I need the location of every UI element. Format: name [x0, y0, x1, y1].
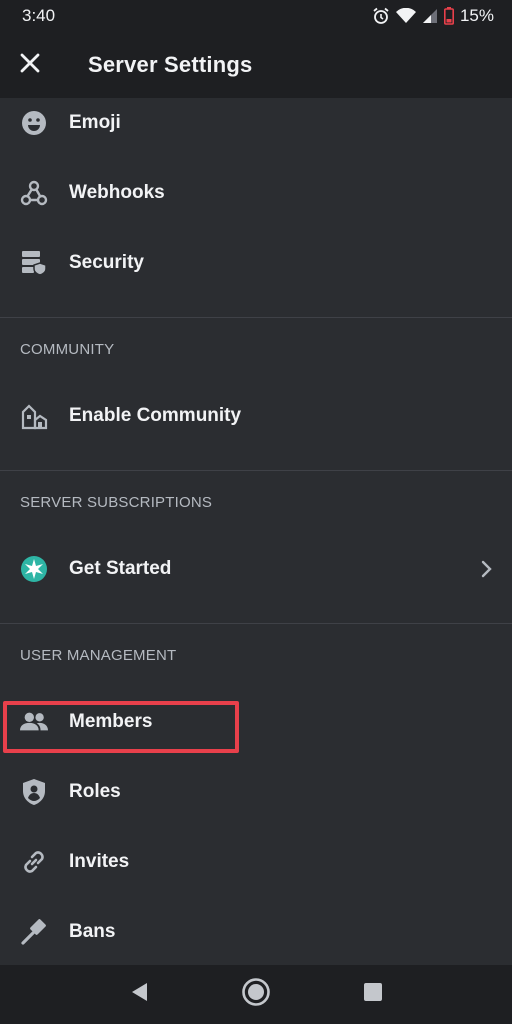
system-nav-bar — [0, 965, 512, 1024]
settings-item-label: Invites — [69, 851, 130, 872]
section-header-user-management: USER MANAGEMENT — [20, 647, 177, 664]
settings-list[interactable]: Emoji Webhooks Security COMMUNITY Enable… — [0, 98, 512, 965]
back-icon — [129, 981, 149, 1008]
status-bar: 3:40 15% — [0, 0, 512, 32]
settings-item-invites[interactable]: Invites — [0, 834, 512, 890]
webhooks-icon — [20, 179, 48, 207]
settings-item-label: Emoji — [69, 112, 121, 133]
settings-item-security[interactable]: Security — [0, 235, 512, 291]
settings-item-enable-community[interactable]: Enable Community — [0, 388, 512, 444]
settings-item-label: Security — [69, 252, 144, 273]
security-icon — [20, 249, 48, 277]
settings-item-label: Members — [69, 711, 153, 732]
section-divider — [0, 317, 512, 318]
settings-item-bans[interactable]: Bans — [0, 904, 512, 960]
roles-shield-icon — [20, 778, 48, 806]
alarm-icon — [372, 7, 390, 25]
recents-button[interactable] — [348, 970, 398, 1020]
close-icon — [19, 52, 41, 79]
settings-item-label: Roles — [69, 781, 121, 802]
cell-signal-icon — [422, 8, 438, 24]
subscription-star-icon — [20, 555, 48, 583]
ban-hammer-icon — [20, 918, 48, 946]
settings-item-label: Webhooks — [69, 182, 165, 203]
settings-item-emoji[interactable]: Emoji — [0, 98, 512, 151]
section-divider — [0, 623, 512, 624]
status-icons: 15% — [372, 6, 494, 26]
close-button[interactable] — [2, 37, 58, 93]
emoji-icon — [20, 109, 48, 137]
status-time: 3:40 — [22, 6, 56, 25]
settings-item-members[interactable]: Members — [0, 694, 512, 750]
settings-item-roles[interactable]: Roles — [0, 764, 512, 820]
battery-icon — [443, 7, 454, 25]
home-button[interactable] — [231, 970, 281, 1020]
section-divider — [0, 470, 512, 471]
chevron-right-icon — [480, 559, 494, 579]
settings-item-get-started[interactable]: Get Started — [0, 541, 512, 597]
community-icon — [20, 402, 48, 430]
settings-item-label: Bans — [69, 921, 116, 942]
settings-item-webhooks[interactable]: Webhooks — [0, 165, 512, 221]
wifi-icon — [395, 8, 416, 24]
section-header-subscriptions: SERVER SUBSCRIPTIONS — [20, 494, 213, 511]
back-button[interactable] — [114, 970, 164, 1020]
section-header-community: COMMUNITY — [20, 341, 115, 358]
recents-icon — [363, 982, 383, 1007]
page-title: Server Settings — [88, 52, 253, 77]
home-icon — [241, 977, 271, 1012]
battery-percent: 15% — [459, 6, 494, 25]
app-header: Server Settings — [0, 32, 512, 98]
settings-item-label: Enable Community — [69, 405, 242, 426]
members-icon — [20, 708, 48, 736]
link-icon — [20, 848, 48, 876]
settings-item-label: Get Started — [69, 558, 172, 579]
